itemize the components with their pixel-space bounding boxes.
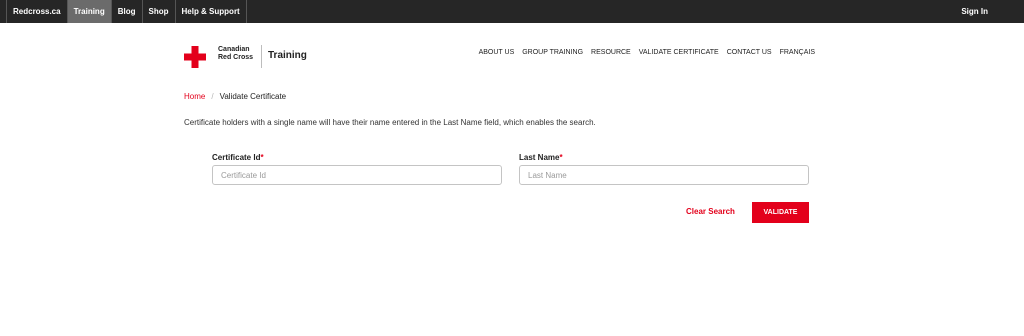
breadcrumb-separator: / <box>211 92 214 101</box>
last-name-label: Last Name* <box>519 153 563 162</box>
top-nav-training[interactable]: Training <box>67 0 112 23</box>
certificate-id-label-text: Certificate Id <box>212 153 261 162</box>
validate-button[interactable]: VALIDATE <box>752 202 809 223</box>
required-mark: * <box>260 153 264 162</box>
top-nav: Redcross.ca Training Blog Shop Help & Su… <box>6 0 247 23</box>
breadcrumb: Home / Validate Certificate <box>184 92 286 101</box>
intro-text: Certificate holders with a single name w… <box>184 118 596 127</box>
top-nav-shop[interactable]: Shop <box>143 0 176 23</box>
certificate-id-label: Certificate Id* <box>212 153 264 162</box>
org-name-line1: Canadian <box>218 46 250 53</box>
top-nav-redcross[interactable]: Redcross.ca <box>6 0 68 23</box>
org-name[interactable]: Canadian Red Cross <box>218 46 253 62</box>
breadcrumb-home[interactable]: Home <box>184 92 205 101</box>
nav-resource[interactable]: RESOURCE <box>591 49 631 56</box>
last-name-label-text: Last Name <box>519 153 560 162</box>
certificate-id-input[interactable] <box>212 165 502 185</box>
org-name-line2: Red Cross <box>218 54 254 61</box>
breadcrumb-current: Validate Certificate <box>219 92 287 101</box>
nav-contact-us[interactable]: CONTACT US <box>727 49 772 56</box>
brand-divider <box>261 45 262 68</box>
nav-validate-certificate[interactable]: VALIDATE CERTIFICATE <box>639 49 719 56</box>
main-nav: ABOUT US GROUP TRAINING RESOURCE VALIDAT… <box>479 49 815 56</box>
nav-francais[interactable]: FRANÇAIS <box>780 49 815 56</box>
last-name-input[interactable] <box>519 165 809 185</box>
clear-search-link[interactable]: Clear Search <box>686 207 735 216</box>
top-bar: Redcross.ca Training Blog Shop Help & Su… <box>0 0 1024 23</box>
sign-in-link[interactable]: Sign In <box>961 0 988 23</box>
top-nav-blog[interactable]: Blog <box>112 0 143 23</box>
site-title[interactable]: Training <box>268 50 307 61</box>
nav-group-training[interactable]: GROUP TRAINING <box>522 49 583 56</box>
red-cross-icon[interactable] <box>184 46 206 68</box>
top-nav-help-support[interactable]: Help & Support <box>176 0 247 23</box>
required-mark: * <box>559 153 563 162</box>
nav-about-us[interactable]: ABOUT US <box>479 49 515 56</box>
